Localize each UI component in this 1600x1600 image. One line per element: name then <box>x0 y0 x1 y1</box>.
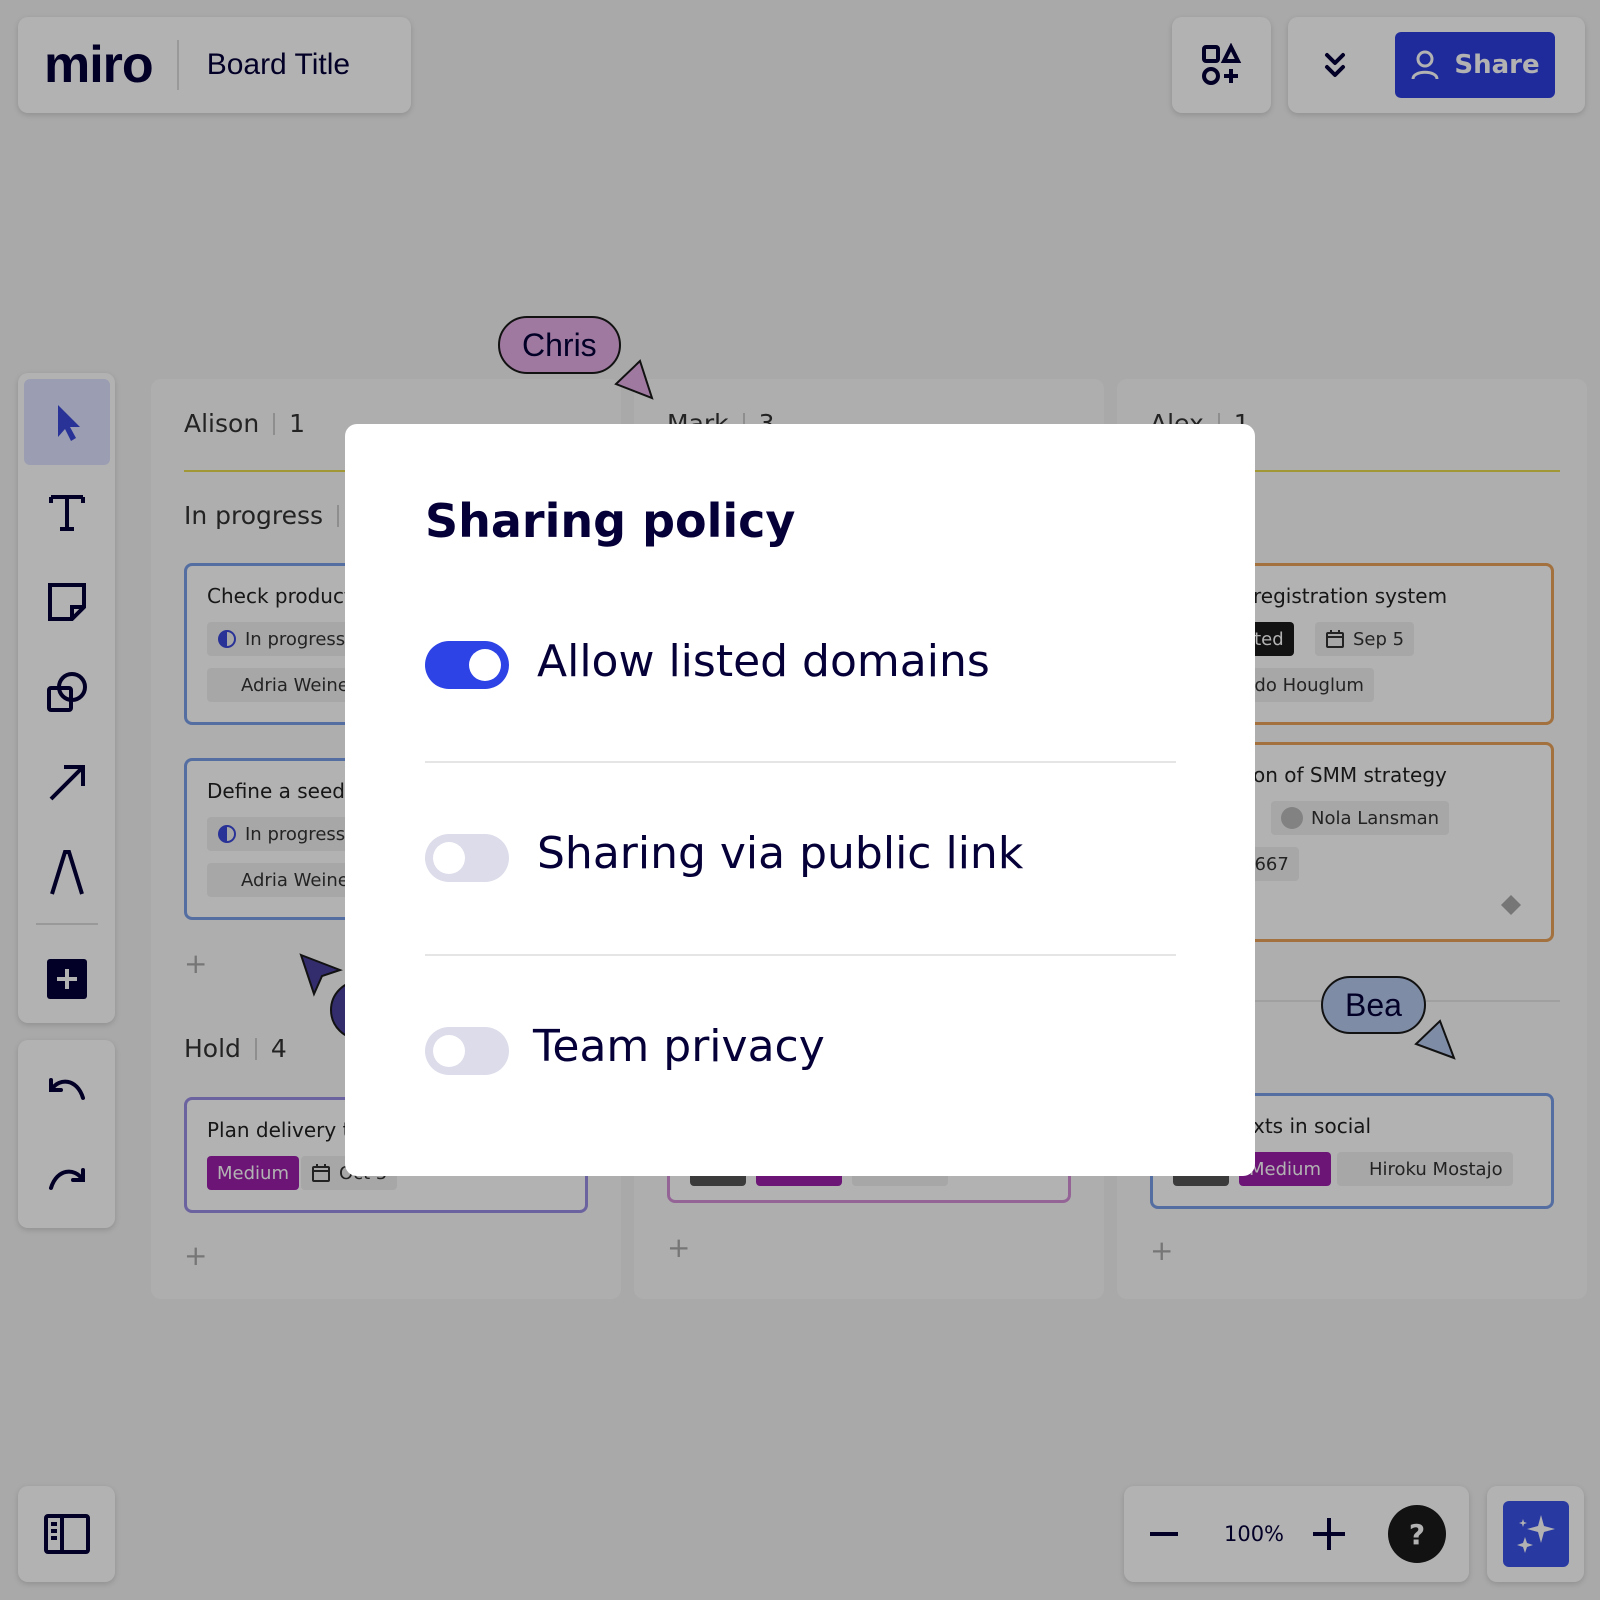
toggle-team-privacy[interactable] <box>425 1027 509 1075</box>
sharing-policy-dialog: Sharing policy Allow listed domains Shar… <box>345 424 1255 1176</box>
toggle-knob <box>433 1035 465 1067</box>
option-divider <box>425 954 1176 956</box>
option-divider <box>425 761 1176 763</box>
toggle-allow-listed-domains[interactable] <box>425 641 509 689</box>
option-label-sharing-via-public-link: Sharing via public link <box>537 828 1024 879</box>
option-label-allow-listed-domains: Allow listed domains <box>537 636 990 687</box>
toggle-knob <box>433 842 465 874</box>
toggle-sharing-via-public-link[interactable] <box>425 834 509 882</box>
option-label-team-privacy: Team privacy <box>533 1021 825 1072</box>
toggle-knob <box>469 649 501 681</box>
dialog-title: Sharing policy <box>425 494 796 548</box>
